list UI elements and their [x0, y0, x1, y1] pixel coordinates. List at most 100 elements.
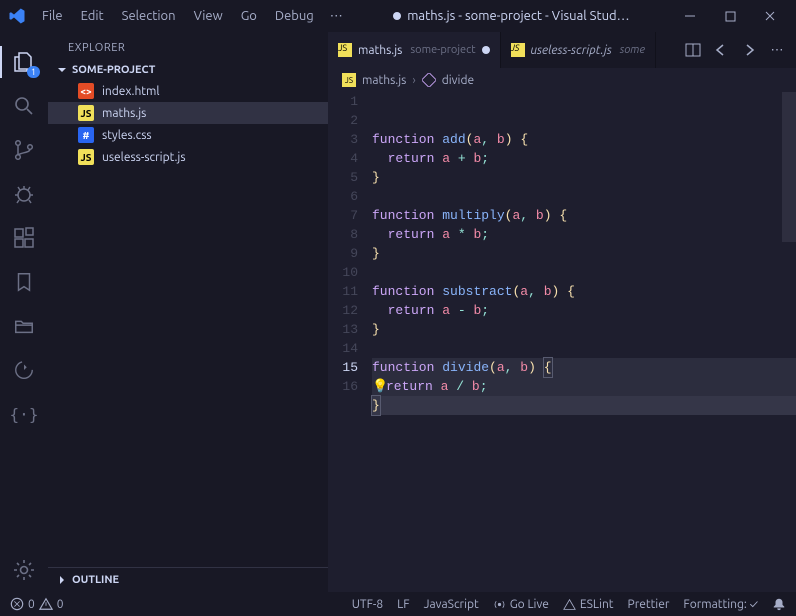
tab-bar: JS maths.js some-project JS useless-script.j…	[328, 32, 796, 68]
close-button[interactable]	[752, 2, 788, 30]
circle-arrow-icon	[13, 359, 35, 381]
minimize-button[interactable]	[672, 2, 708, 30]
html-file-icon: <>	[78, 83, 94, 99]
warning-icon	[563, 598, 576, 611]
maximize-button[interactable]	[712, 2, 748, 30]
status-problems[interactable]: 0 0	[10, 597, 64, 611]
folder-open-icon	[13, 315, 35, 337]
status-eslint[interactable]: ESLint	[563, 598, 614, 611]
menu-item-debug[interactable]: Debug	[267, 5, 322, 27]
window-title-text: maths.js - some-project - Visual Stud…	[407, 9, 629, 23]
menu-bar: FileEditSelectionViewGoDebug	[34, 5, 322, 27]
error-icon	[10, 597, 24, 611]
window-controls	[672, 2, 788, 30]
tab-filename: useless-script.js	[531, 44, 612, 57]
activity-search[interactable]	[0, 84, 48, 128]
lightbulb-icon[interactable]: 💡	[372, 377, 386, 396]
activity-remote[interactable]	[0, 348, 48, 392]
editor-group: JS maths.js some-project JS useless-script.j…	[328, 32, 796, 592]
menu-overflow[interactable]: ⋯	[322, 5, 351, 28]
file-name: styles.css	[102, 129, 152, 142]
code-content[interactable]: function add(a, b) { return a + b;} func…	[372, 92, 796, 592]
status-bar: 0 0 UTF-8 LF JavaScript Go Live ESLint P…	[0, 592, 796, 616]
outline-label: OUTLINE	[72, 574, 119, 586]
line-gutter: 12345678910111213141516	[328, 92, 372, 592]
menu-item-file[interactable]: File	[34, 5, 71, 27]
breadcrumb-symbol: divide	[442, 74, 474, 87]
breadcrumb[interactable]: JS maths.js › divide	[328, 68, 796, 92]
js-file-icon: JS	[342, 73, 356, 87]
explorer-badge: 1	[27, 66, 40, 78]
status-language[interactable]: JavaScript	[424, 598, 479, 611]
branch-icon	[12, 138, 36, 162]
status-eol[interactable]: LF	[397, 598, 409, 611]
dirty-indicator-icon	[482, 46, 490, 54]
chevron-right-icon: ›	[412, 74, 415, 87]
tab-filename: maths.js	[358, 44, 402, 57]
js-file-icon: JS	[78, 105, 94, 121]
tab-project: some-project	[410, 44, 475, 56]
menu-item-view[interactable]: View	[186, 5, 231, 27]
tab-actions: ⋯	[674, 32, 796, 68]
file-row[interactable]: JS useless-script.js	[48, 146, 328, 168]
code-editor[interactable]: 12345678910111213141516 function add(a, …	[328, 92, 796, 592]
chevron-down-icon	[56, 64, 68, 76]
tab-more-button[interactable]: ⋯	[768, 41, 786, 59]
broadcast-icon	[493, 598, 506, 611]
titlebar: FileEditSelectionViewGoDebug ⋯ maths.js …	[0, 0, 796, 32]
minimap-slider[interactable]	[782, 92, 796, 242]
extensions-icon	[12, 226, 36, 250]
activity-explorer[interactable]: 1	[0, 40, 48, 84]
bell-icon	[772, 597, 786, 611]
gear-icon	[12, 558, 36, 582]
outline-header[interactable]: OUTLINE	[48, 567, 328, 592]
status-prettier[interactable]: Prettier	[628, 598, 670, 611]
activity-project[interactable]	[0, 304, 48, 348]
nav-forward-button[interactable]	[740, 41, 758, 59]
activity-bookmark[interactable]	[0, 260, 48, 304]
status-golive[interactable]: Go Live	[493, 598, 549, 611]
activity-settings[interactable]	[0, 548, 48, 592]
activity-extensions[interactable]	[0, 216, 48, 260]
activity-json[interactable]: {·}	[0, 392, 48, 436]
project-header[interactable]: SOME-PROJECT	[48, 60, 328, 80]
window-title: maths.js - some-project - Visual Stud…	[351, 9, 672, 23]
activity-debug[interactable]	[0, 172, 48, 216]
warning-icon	[39, 597, 53, 611]
sidebar-title: EXPLORER	[48, 32, 328, 60]
tab-project: some	[620, 44, 645, 56]
file-name: useless-script.js	[102, 151, 186, 164]
dirty-indicator-icon	[393, 12, 401, 20]
bug-icon	[12, 182, 36, 206]
file-row[interactable]: <>index.html	[48, 80, 328, 102]
breadcrumb-file: maths.js	[362, 74, 406, 87]
activity-bar: 1 {·}	[0, 32, 48, 592]
file-name: maths.js	[102, 107, 146, 120]
css-file-icon: #	[78, 127, 94, 143]
menu-item-selection[interactable]: Selection	[114, 5, 184, 27]
vscode-logo-icon	[8, 7, 26, 25]
editor-tab[interactable]: JS maths.js some-project	[328, 32, 501, 68]
braces-icon: {·}	[10, 405, 39, 424]
menu-item-go[interactable]: Go	[233, 5, 265, 27]
sidebar: EXPLORER SOME-PROJECT <>index.html JS math…	[48, 32, 328, 592]
status-formatting[interactable]: Formatting: ✓	[683, 598, 758, 611]
status-encoding[interactable]: UTF-8	[352, 598, 383, 611]
file-tree: <>index.html JS maths.js # styles.css JS usele…	[48, 80, 328, 567]
nav-back-button[interactable]	[712, 41, 730, 59]
split-editor-button[interactable]	[684, 41, 702, 59]
status-notifications[interactable]	[772, 597, 786, 611]
method-icon	[422, 73, 436, 87]
menu-item-edit[interactable]: Edit	[73, 5, 112, 27]
file-row[interactable]: # styles.css	[48, 124, 328, 146]
js-file-icon: JS	[78, 149, 94, 165]
search-icon	[12, 94, 36, 118]
file-row[interactable]: JS maths.js	[48, 102, 328, 124]
chevron-right-icon	[56, 574, 68, 586]
bookmark-icon	[13, 271, 35, 293]
js-file-icon: JS	[338, 43, 352, 57]
project-name: SOME-PROJECT	[72, 64, 155, 76]
activity-scm[interactable]	[0, 128, 48, 172]
js-file-icon: JS	[511, 43, 525, 57]
editor-tab[interactable]: JS useless-script.js some	[501, 32, 656, 68]
